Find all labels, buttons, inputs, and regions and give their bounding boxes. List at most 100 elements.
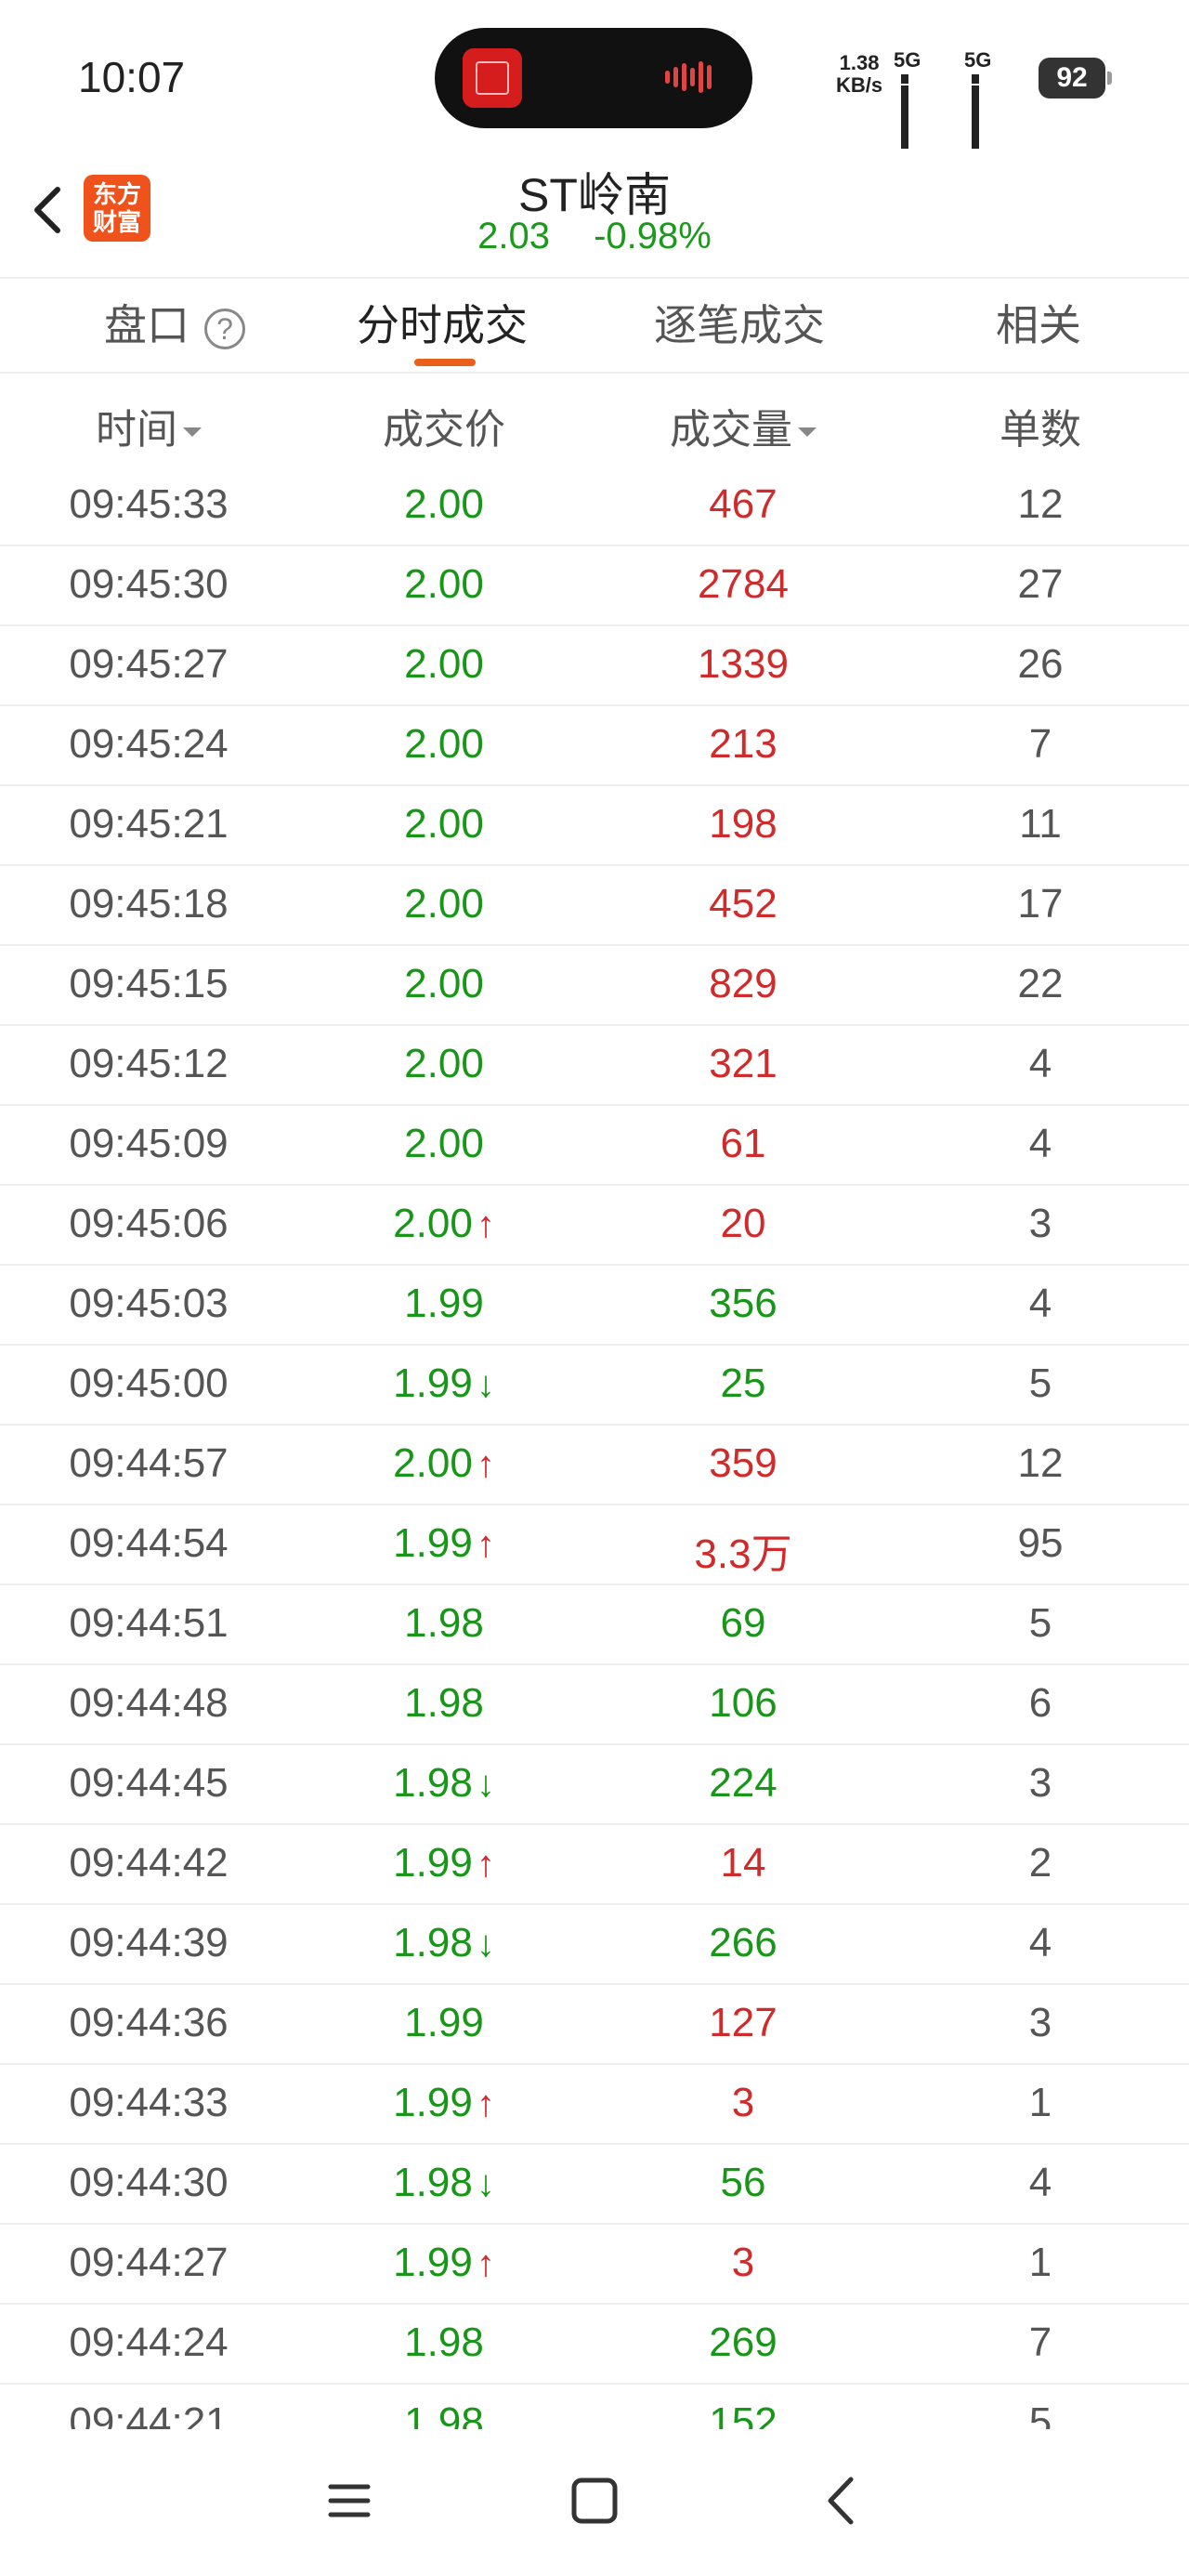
table-row[interactable]: 09:44:39 1.98 ↓ 266 4 <box>0 1905 1189 1985</box>
table-row[interactable]: 09:45:33 2.00 467 12 <box>0 467 1189 546</box>
nav-home-button[interactable] <box>557 2468 632 2533</box>
nav-menu-button[interactable] <box>312 2468 386 2533</box>
signal-bars-icon <box>972 67 983 149</box>
tab-label: 相关 <box>996 301 1081 349</box>
trade-price: 1.98 <box>393 1760 473 1806</box>
trade-price-cell: 1.99 ↑ <box>351 2080 537 2126</box>
trade-time: 09:45:18 <box>69 881 229 927</box>
trade-volume: 69 <box>720 1600 766 1646</box>
menu-icon <box>328 2484 371 2517</box>
trade-volume: 61 <box>720 1121 766 1166</box>
dynamic-island[interactable] <box>435 28 752 128</box>
trade-price-cell: 2.00 <box>351 1041 537 1087</box>
trade-volume: 356 <box>709 1281 777 1326</box>
trade-price: 2.00 <box>404 561 484 607</box>
table-row[interactable]: 09:45:03 1.99 356 4 <box>0 1266 1189 1346</box>
trade-count: 3 <box>1028 2000 1052 2045</box>
tab-tick-trades[interactable]: 逐笔成交 <box>654 297 825 353</box>
trade-price-cell: 1.99 <box>351 1281 537 1327</box>
trade-time: 09:45:09 <box>69 1121 229 1166</box>
table-row[interactable]: 09:45:15 2.00 829 22 <box>0 946 1189 1026</box>
arrow-down-icon: ↓ <box>476 1924 495 1965</box>
battery-indicator: 92 <box>1039 58 1112 99</box>
header-volume[interactable]: 成交量 <box>650 396 836 455</box>
trade-count: 3 <box>1028 1760 1052 1806</box>
table-row[interactable]: 09:45:18 2.00 452 17 <box>0 866 1189 946</box>
trade-volume: 14 <box>720 1840 766 1886</box>
trade-volume: 269 <box>709 2320 777 2365</box>
table-row[interactable]: 09:44:51 1.98 69 5 <box>0 1585 1189 1665</box>
trade-list[interactable]: 09:45:33 2.00 467 12 09:45:30 2.00 2784 27 09:45… <box>0 467 1189 2429</box>
table-row[interactable]: 09:44:21 1.98 152 5 <box>0 2385 1189 2429</box>
table-header: 时间 成交价 成交量 单数 <box>0 381 1189 467</box>
tab-label: 盘口 <box>104 301 189 349</box>
trade-time: 09:45:06 <box>69 1201 229 1246</box>
trade-price-cell: 2.00 <box>351 561 537 608</box>
logo-line1: 东方 <box>92 180 141 208</box>
trade-time: 09:45:30 <box>69 561 229 607</box>
table-row[interactable]: 09:44:45 1.98 ↓ 224 3 <box>0 1745 1189 1825</box>
table-row[interactable]: 09:44:57 2.00 ↑ 359 12 <box>0 1426 1189 1505</box>
table-row[interactable]: 09:45:12 2.00 321 4 <box>0 1026 1189 1106</box>
trade-time: 09:45:03 <box>69 1281 229 1326</box>
tab-minute-trades[interactable]: 分时成交 <box>357 297 528 353</box>
table-row[interactable]: 09:45:00 1.99 ↓ 25 5 <box>0 1346 1189 1426</box>
trade-price: 2.00 <box>404 481 484 527</box>
trade-volume: 213 <box>709 721 777 767</box>
table-row[interactable]: 09:44:24 1.98 269 7 <box>0 2305 1189 2385</box>
tab-related[interactable]: 相关 <box>996 297 1081 353</box>
table-row[interactable]: 09:45:09 2.00 61 4 <box>0 1106 1189 1186</box>
back-button[interactable] <box>22 177 78 243</box>
trade-price: 2.00 <box>393 1201 473 1246</box>
trade-price: 2.00 <box>404 881 484 927</box>
table-row[interactable]: 09:44:36 1.99 127 3 <box>0 1985 1189 2065</box>
trade-count: 17 <box>1017 881 1064 927</box>
signal-bars-icon <box>901 67 912 149</box>
trade-price: 1.98 <box>404 2399 484 2429</box>
audio-wave-icon <box>665 61 721 95</box>
trade-volume: 224 <box>709 1760 777 1806</box>
table-row[interactable]: 09:44:33 1.99 ↑ 3 1 <box>0 2065 1189 2145</box>
trade-price-cell: 1.98 <box>351 1680 537 1727</box>
trade-count: 11 <box>1019 801 1062 847</box>
table-row[interactable]: 09:44:48 1.98 106 6 <box>0 1665 1189 1745</box>
stock-price: 2.03 <box>477 216 550 256</box>
table-row[interactable]: 09:45:27 2.00 1339 26 <box>0 626 1189 706</box>
trade-price-cell: 2.00 <box>351 881 537 927</box>
trade-time: 09:44:30 <box>69 2160 229 2205</box>
question-circle-icon[interactable]: ? <box>204 308 245 349</box>
table-row[interactable]: 09:45:30 2.00 2784 27 <box>0 546 1189 626</box>
app-logo[interactable]: 东方 财富 <box>84 175 150 242</box>
trade-price: 2.00 <box>404 1121 484 1166</box>
tab-pankou[interactable]: 盘口? <box>104 297 245 353</box>
trade-count: 4 <box>1028 1920 1052 1965</box>
trade-count: 2 <box>1028 1840 1052 1886</box>
arrow-up-icon: ↑ <box>476 1524 495 1565</box>
trade-time: 09:44:36 <box>69 2000 229 2045</box>
table-row[interactable]: 09:44:42 1.99 ↑ 14 2 <box>0 1825 1189 1905</box>
trade-price-cell: 2.00 ↑ <box>351 1201 537 1247</box>
table-row[interactable]: 09:44:30 1.98 ↓ 56 4 <box>0 2145 1189 2225</box>
table-row[interactable]: 09:45:21 2.00 198 11 <box>0 786 1189 866</box>
trade-price-cell: 2.00 <box>351 1121 537 1167</box>
header-volume-label: 成交量 <box>670 407 792 453</box>
trade-volume: 198 <box>709 801 777 847</box>
arrow-up-icon: ↑ <box>476 1844 495 1885</box>
table-row[interactable]: 09:45:06 2.00 ↑ 20 3 <box>0 1186 1189 1266</box>
nav-back-button[interactable] <box>804 2468 879 2533</box>
trade-time: 09:45:21 <box>69 801 229 847</box>
trade-volume: 452 <box>709 881 777 927</box>
trade-time: 09:44:57 <box>69 1440 229 1486</box>
table-row[interactable]: 09:44:54 1.99 ↑ 3.3万 95 <box>0 1505 1189 1585</box>
trade-price-cell: 1.99 ↓ <box>351 1360 537 1407</box>
trade-price: 2.00 <box>404 1041 484 1086</box>
trade-count: 4 <box>1028 2160 1052 2205</box>
trade-price-cell: 2.00 ↑ <box>351 1440 537 1487</box>
trade-price-cell: 2.00 <box>351 961 537 1007</box>
trade-count: 27 <box>1017 561 1064 607</box>
header-time[interactable]: 时间 <box>56 396 242 455</box>
trade-volume: 3.3万 <box>694 1531 792 1577</box>
table-row[interactable]: 09:45:24 2.00 213 7 <box>0 706 1189 786</box>
sort-down-icon <box>183 427 202 438</box>
table-row[interactable]: 09:44:27 1.99 ↑ 3 1 <box>0 2225 1189 2305</box>
